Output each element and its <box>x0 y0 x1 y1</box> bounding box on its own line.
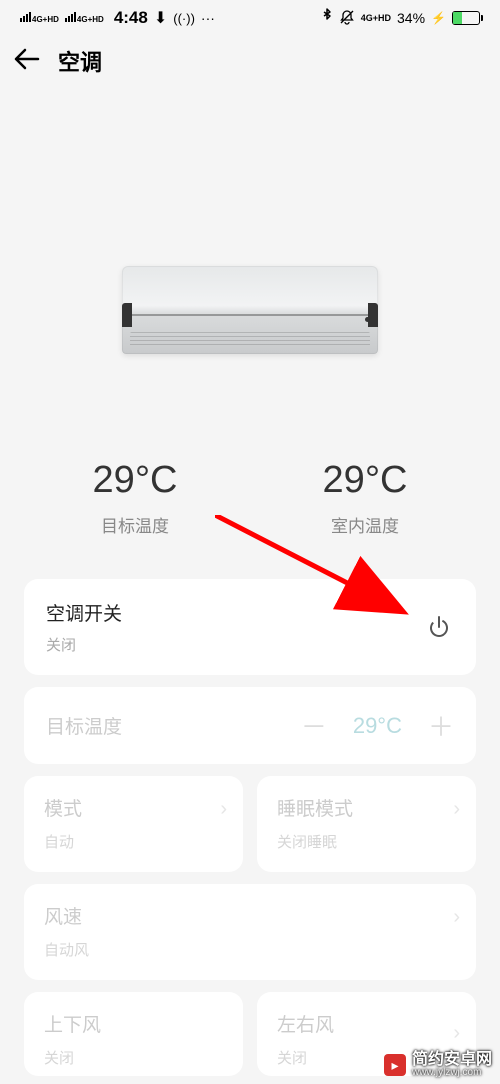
more-icon: ··· <box>201 10 215 26</box>
wind-sub: 自动风 <box>44 939 456 960</box>
target-temp-card-label: 目标温度 <box>46 712 122 739</box>
updown-title: 上下风 <box>44 1010 223 1037</box>
sleep-mode-card[interactable]: 睡眠模式 关闭睡眠 › <box>257 776 476 872</box>
status-right: 4G+HD 34% ⚡ <box>321 8 480 29</box>
wind-speed-card[interactable]: 风速 自动风 › <box>24 884 476 980</box>
temp-minus-button[interactable]: － <box>301 707 327 744</box>
power-icon <box>426 614 452 640</box>
watermark-url: www.jylzwj.com <box>412 1068 492 1078</box>
back-button[interactable] <box>14 46 40 77</box>
watermark: ▸ 简约安卓网 www.jylzwj.com <box>384 1052 492 1078</box>
updown-wind-card[interactable]: 上下风 关闭 <box>24 992 243 1076</box>
power-button[interactable] <box>424 612 454 642</box>
clock: 4:48 <box>114 8 148 28</box>
leftright-title: 左右风 <box>277 1010 456 1037</box>
watermark-logo-icon: ▸ <box>384 1054 406 1076</box>
chevron-right-icon: › <box>453 798 460 821</box>
updown-sub: 关闭 <box>44 1047 223 1068</box>
target-temp-value: 29°C <box>93 459 178 502</box>
target-temp-card: 目标温度 － 29°C ＋ <box>24 687 476 764</box>
hotspot-icon: ((·)) <box>173 11 195 26</box>
dnd-icon <box>339 9 355 28</box>
target-temp-label: 目标温度 <box>93 512 178 537</box>
temp-stepper: － 29°C ＋ <box>301 707 454 744</box>
temperature-display: 29°C 目标温度 29°C 室内温度 <box>0 459 500 537</box>
temp-stepper-value: 29°C <box>353 713 402 739</box>
signal-1: 4G+HD <box>20 12 59 24</box>
target-temp-block: 29°C 目标温度 <box>93 459 178 537</box>
indoor-temp-block: 29°C 室内温度 <box>323 459 408 537</box>
sleep-title: 睡眠模式 <box>277 794 456 821</box>
mode-card[interactable]: 模式 自动 › <box>24 776 243 872</box>
bluetooth-icon <box>321 8 333 29</box>
indoor-temp-label: 室内温度 <box>323 512 408 537</box>
indoor-temp-value: 29°C <box>323 459 408 502</box>
temp-plus-button[interactable]: ＋ <box>428 707 454 744</box>
power-card[interactable]: 空调开关 关闭 <box>24 579 476 675</box>
charging-icon: ⚡ <box>431 11 446 25</box>
watermark-text: 简约安卓网 <box>412 1052 492 1068</box>
mode-sub: 自动 <box>44 831 223 852</box>
battery-icon <box>452 11 480 25</box>
signal-2: 4G+HD <box>65 12 104 24</box>
mode-title: 模式 <box>44 794 223 821</box>
power-status: 关闭 <box>46 634 122 655</box>
app-header: 空调 <box>0 36 500 86</box>
battery-pct: 34% <box>397 10 425 26</box>
download-icon: ⬇ <box>154 8 167 28</box>
sleep-sub: 关闭睡眠 <box>277 831 456 852</box>
chevron-right-icon: › <box>453 906 460 929</box>
status-bar: 4G+HD 4G+HD 4:48 ⬇ ((·)) ··· 4G+HD 34% ⚡ <box>0 0 500 36</box>
chevron-right-icon: › <box>220 798 227 821</box>
page-title: 空调 <box>58 45 102 77</box>
status-left: 4G+HD 4G+HD 4:48 ⬇ ((·)) ··· <box>20 8 215 28</box>
chevron-right-icon: › <box>453 1022 460 1045</box>
net-label: 4G+HD <box>361 13 391 23</box>
ac-device-image <box>122 266 378 354</box>
power-title: 空调开关 <box>46 599 122 626</box>
wind-title: 风速 <box>44 902 456 929</box>
